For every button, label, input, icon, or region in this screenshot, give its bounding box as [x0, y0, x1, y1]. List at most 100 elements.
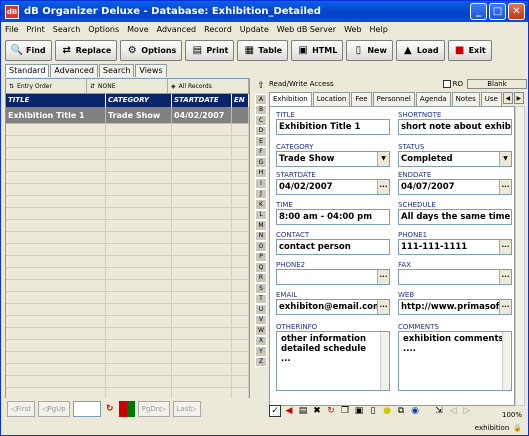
table-row[interactable]: Exhibition Title 1 Trade Show 04/02/2007 — [6, 107, 249, 124]
alpha-index-letter[interactable]: I — [255, 178, 267, 189]
tab-search[interactable]: Search — [98, 64, 135, 77]
tab-exhibition[interactable]: Exhibition — [269, 92, 312, 107]
alpha-index-letter[interactable]: F — [255, 146, 267, 157]
email-input[interactable]: exhibiton@email.com ··· — [276, 299, 390, 315]
contact-input[interactable]: contact person — [276, 239, 390, 255]
alpha-index-letter[interactable]: S — [255, 283, 267, 294]
alpha-index-letter[interactable]: G — [255, 157, 267, 168]
date-picker-icon[interactable]: ··· — [499, 180, 511, 194]
checkbox-icon[interactable]: ✓ — [269, 405, 281, 417]
column-startdate[interactable]: STARTDATE — [172, 94, 232, 107]
open-link-icon[interactable]: ··· — [499, 300, 511, 314]
pgup-button[interactable]: ◁ PgUp — [38, 401, 70, 417]
alpha-index-letter[interactable]: Y — [255, 346, 267, 357]
first-button[interactable]: ◁ First — [7, 401, 36, 417]
tab-location[interactable]: Location — [312, 92, 351, 106]
attach-icon[interactable]: ⧉ — [395, 405, 407, 417]
fax-input[interactable]: ··· — [398, 269, 512, 285]
column-enddate[interactable]: EN — [232, 94, 249, 107]
dial-icon[interactable]: ··· — [377, 270, 389, 284]
refresh-icon[interactable]: ↻ — [104, 403, 116, 415]
tab-notes[interactable]: Notes — [451, 92, 480, 106]
tab-scroll-left-icon[interactable]: ◀ — [502, 92, 513, 104]
phone1-input[interactable]: 111-111-1111 ··· — [398, 239, 512, 255]
alpha-index-letter[interactable]: K — [255, 199, 267, 210]
shortnote-input[interactable]: short note about exhibitio — [398, 119, 512, 135]
chevron-down-icon[interactable]: ▼ — [377, 152, 389, 166]
delete-icon[interactable]: ✖ — [311, 405, 323, 417]
chevron-down-icon[interactable]: ▼ — [499, 152, 511, 166]
minimize-button[interactable]: _ — [470, 3, 487, 20]
alpha-index-letter[interactable]: J — [255, 188, 267, 199]
alpha-index-letter[interactable]: R — [255, 272, 267, 283]
tab-views[interactable]: Views — [135, 64, 167, 77]
alpha-index-letter[interactable]: T — [255, 293, 267, 304]
tab-use[interactable]: Use — [480, 92, 502, 106]
send-email-icon[interactable]: ··· — [377, 300, 389, 314]
alpha-index-letter[interactable]: W — [255, 325, 267, 336]
menu-web[interactable]: Web — [344, 25, 361, 34]
menu-record[interactable]: Record — [204, 25, 232, 34]
lightbulb-icon[interactable]: ● — [381, 405, 393, 417]
tab-standard[interactable]: Standard — [5, 64, 50, 77]
find-button[interactable]: 🔍 Find — [5, 39, 52, 61]
print-icon[interactable]: ▤ — [297, 405, 309, 417]
comments-textarea[interactable]: exhibition comments .... — [398, 331, 512, 391]
last-button[interactable]: Last ▷ — [172, 401, 201, 417]
tab-personnel[interactable]: Personnel — [372, 92, 415, 106]
pgdn-button[interactable]: PgDn ▷ — [137, 401, 170, 417]
dial-icon[interactable]: ··· — [499, 240, 511, 254]
alpha-index-letter[interactable]: A — [255, 94, 267, 105]
alpha-index-letter[interactable]: Z — [255, 356, 267, 367]
title-input[interactable]: Exhibition Title 1 — [276, 119, 390, 135]
alpha-index-letter[interactable]: P — [255, 251, 267, 262]
blank-button[interactable]: Blank — [467, 79, 527, 89]
memo-scrollbar[interactable] — [380, 332, 389, 390]
alpha-index-letter[interactable]: Q — [255, 262, 267, 273]
phone2-input[interactable]: ··· — [276, 269, 390, 285]
alpha-index-letter[interactable]: N — [255, 230, 267, 241]
dial-icon[interactable]: ··· — [499, 270, 511, 284]
menu-advanced[interactable]: Advanced — [157, 25, 197, 34]
scroll-up-icon[interactable]: ⇧ — [255, 80, 267, 92]
back-arrow-icon[interactable]: ◀ — [283, 405, 295, 417]
paste-icon[interactable]: ▣ — [353, 405, 365, 417]
alpha-index-letter[interactable]: C — [255, 115, 267, 126]
load-button[interactable]: ▲ Load — [395, 39, 445, 61]
record-number-input[interactable] — [72, 401, 101, 417]
records-scope-button[interactable]: ◈ All Records — [168, 79, 249, 93]
schedule-input[interactable]: All days the same time — [398, 209, 512, 225]
alpha-index-letter[interactable]: X — [255, 335, 267, 346]
time-input[interactable]: 8:00 am - 04:00 pm — [276, 209, 390, 225]
menu-print[interactable]: Print — [26, 25, 44, 34]
status-select[interactable]: Completed ▼ — [398, 151, 512, 167]
filter-button[interactable]: ⇵ NONE — [87, 79, 168, 93]
alpha-index-letter[interactable]: V — [255, 314, 267, 325]
html-button[interactable]: ▣ HTML — [291, 39, 344, 61]
ro-checkbox[interactable] — [442, 80, 451, 88]
copy-icon[interactable]: ❐ — [339, 405, 351, 417]
menu-move[interactable]: Move — [127, 25, 148, 34]
form-scrollbar[interactable] — [515, 106, 525, 406]
date-picker-icon[interactable]: ··· — [377, 180, 389, 194]
menu-file[interactable]: File — [5, 25, 18, 34]
options-button[interactable]: ⚙ Options — [120, 39, 183, 61]
alpha-index-letter[interactable]: U — [255, 304, 267, 315]
otherinfo-textarea[interactable]: other information detailed schedule ... — [276, 331, 390, 391]
menu-help[interactable]: Help — [370, 25, 388, 34]
menu-options[interactable]: Options — [88, 25, 119, 34]
maximize-button[interactable]: □ — [489, 3, 506, 20]
tab-scroll-right-icon[interactable]: ▶ — [513, 92, 524, 104]
table-button[interactable]: ▦ Table — [237, 39, 289, 61]
document-icon[interactable]: ▯ — [367, 405, 379, 417]
startdate-input[interactable]: 04/02/2007 ··· — [276, 179, 390, 195]
alpha-index-letter[interactable]: M — [255, 220, 267, 231]
tab-fee[interactable]: Fee — [351, 92, 372, 106]
tab-advanced[interactable]: Advanced — [50, 64, 98, 77]
prev-record-icon[interactable]: ◁ — [447, 405, 459, 417]
close-button[interactable]: ✕ — [508, 3, 525, 20]
tab-agenda[interactable]: Agenda — [415, 92, 451, 106]
menu-search[interactable]: Search — [53, 25, 80, 34]
column-category[interactable]: CATEGORY — [106, 94, 172, 107]
enddate-input[interactable]: 04/07/2007 ··· — [398, 179, 512, 195]
